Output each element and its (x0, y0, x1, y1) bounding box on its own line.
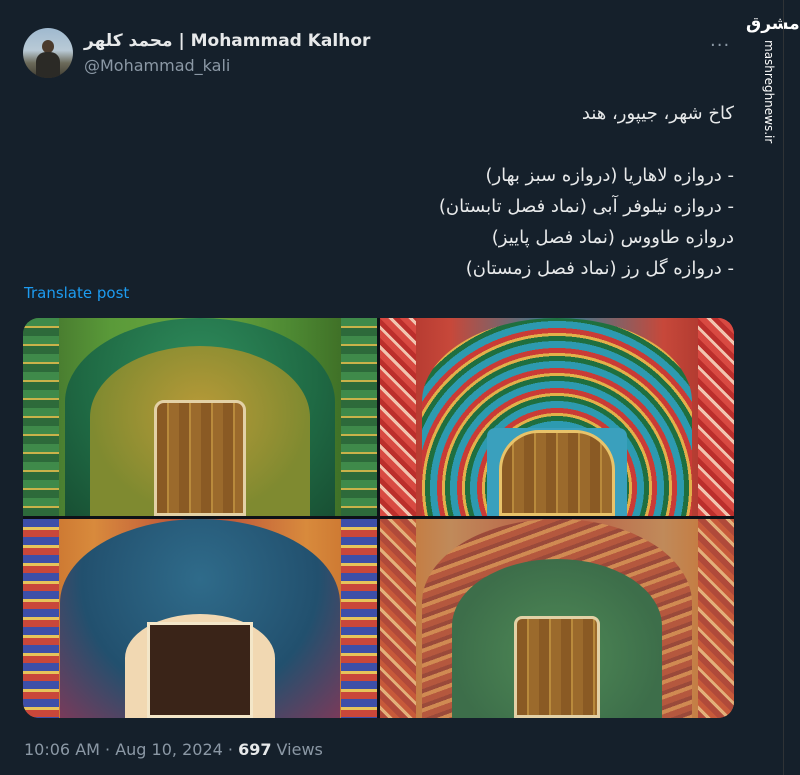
author-display-name[interactable]: محمد کلهر | Mohammad Kalhor (84, 31, 370, 51)
display-name-persian: محمد کلهر (84, 31, 173, 51)
views-count[interactable]: 697 (238, 740, 271, 759)
photo-door (499, 430, 615, 516)
photo-pillar-right (341, 318, 377, 516)
column-divider (783, 0, 784, 775)
tweet-line: - دروازه گل رز (نماد فصل زمستان) (465, 258, 734, 279)
post-meta: 10:06 AM · Aug 10, 2024 · 697 Views (24, 740, 323, 759)
photo-pillar-right (341, 519, 377, 718)
display-name-english: Mohammad Kalhor (190, 31, 371, 51)
photo-pillar-right (698, 318, 734, 516)
post-date[interactable]: Aug 10, 2024 (115, 740, 223, 759)
meta-separator: · (99, 740, 116, 759)
photo-pillar-left (23, 519, 59, 718)
photo-pillar-left (23, 318, 59, 516)
author-avatar[interactable] (23, 28, 73, 78)
photo-green-gate[interactable] (23, 318, 377, 516)
post-time[interactable]: 10:06 AM (24, 740, 100, 759)
watermark-site: mashreghnews.ir (762, 40, 776, 144)
translate-post-link[interactable]: Translate post (24, 284, 129, 302)
tweet-line: - دروازه نیلوفر آبی (نماد فصل تابستان) (438, 196, 734, 217)
photo-door (154, 400, 246, 516)
author-handle[interactable]: @Mohammad_kali (84, 56, 230, 75)
tweet-line: کاخ شهر، جیپور، هند (581, 103, 734, 124)
photo-peacock-gate[interactable] (23, 519, 377, 718)
avatar-body (36, 52, 60, 78)
photo-lotus-gate[interactable] (380, 318, 734, 516)
tweet-line: - دروازه لاهاریا (دروازه سبز بهار) (485, 165, 734, 186)
views-label: Views (271, 740, 323, 759)
watermark-logo: مشرق (746, 14, 800, 34)
photo-pillar-right (698, 519, 734, 718)
tweet-text: کاخ شهر، جیپور، هند - دروازه لاهاریا (در… (174, 98, 734, 284)
photo-door (147, 622, 253, 718)
photo-rose-gate[interactable] (380, 519, 734, 718)
display-name-separator: | (172, 31, 191, 51)
meta-separator: · (222, 740, 239, 759)
more-options-icon[interactable]: ... (710, 30, 730, 51)
photo-door (514, 616, 600, 718)
photo-pillar-left (380, 318, 416, 516)
media-grid (23, 318, 734, 718)
tweet-line: دروازه طاووس (نماد فصل پاییز) (491, 227, 734, 248)
photo-pillar-left (380, 519, 416, 718)
